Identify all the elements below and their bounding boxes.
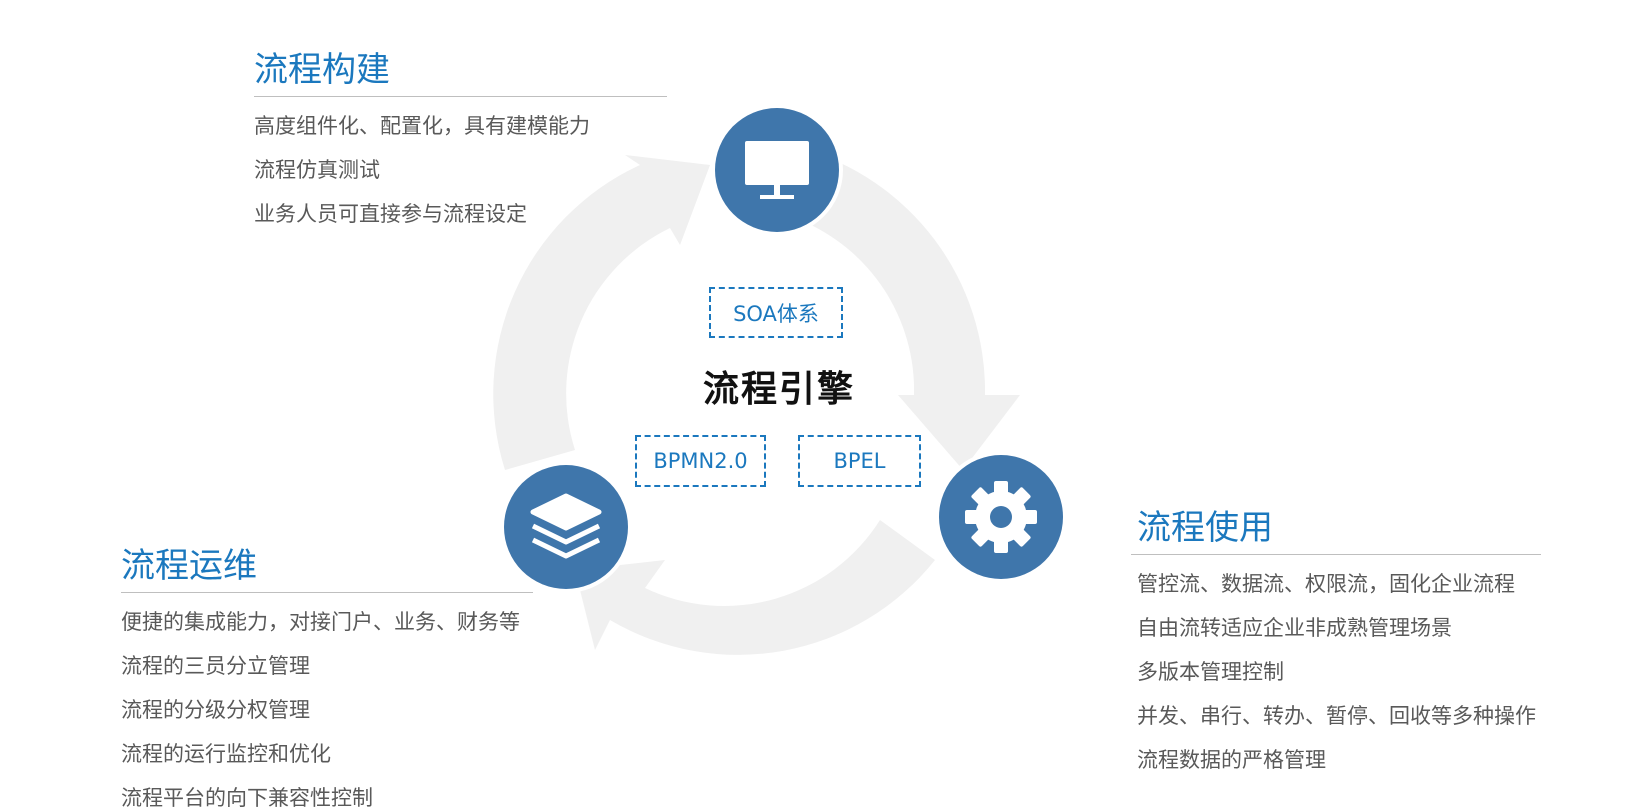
ops-item: 便捷的集成能力，对接门户、业务、财务等 (121, 610, 520, 634)
use-item: 流程数据的严格管理 (1137, 748, 1326, 772)
ops-item: 流程的运行监控和优化 (121, 742, 331, 766)
build-item: 流程仿真测试 (254, 158, 380, 182)
divider-build (254, 96, 667, 97)
section-title-ops: 流程运维 (121, 546, 257, 586)
use-item: 并发、串行、转办、暂停、回收等多种操作 (1137, 704, 1536, 728)
section-title-use: 流程使用 (1137, 508, 1273, 548)
gear-icon (965, 481, 1037, 553)
ops-item: 流程的分级分权管理 (121, 698, 310, 722)
tag-bpmn: BPMN2.0 (635, 435, 766, 487)
use-item: 管控流、数据流、权限流，固化企业流程 (1137, 572, 1515, 596)
divider-use (1131, 554, 1541, 555)
build-item: 高度组件化、配置化，具有建模能力 (254, 114, 590, 138)
engine-title: 流程引擎 (703, 369, 856, 410)
ops-item: 流程的三员分立管理 (121, 654, 310, 678)
section-title-build: 流程构建 (254, 50, 390, 90)
tag-soa: SOA体系 (709, 287, 843, 338)
use-item: 自由流转适应企业非成熟管理场景 (1137, 616, 1452, 640)
tag-bpel: BPEL (798, 435, 921, 487)
use-item: 多版本管理控制 (1137, 660, 1284, 684)
process-engine-diagram: SOA体系 流程引擎 BPMN2.0 BPEL 流程构建 高度组件化、配置化，具… (0, 0, 1644, 810)
divider-ops (121, 592, 533, 593)
build-item: 业务人员可直接参与流程设定 (254, 202, 527, 226)
